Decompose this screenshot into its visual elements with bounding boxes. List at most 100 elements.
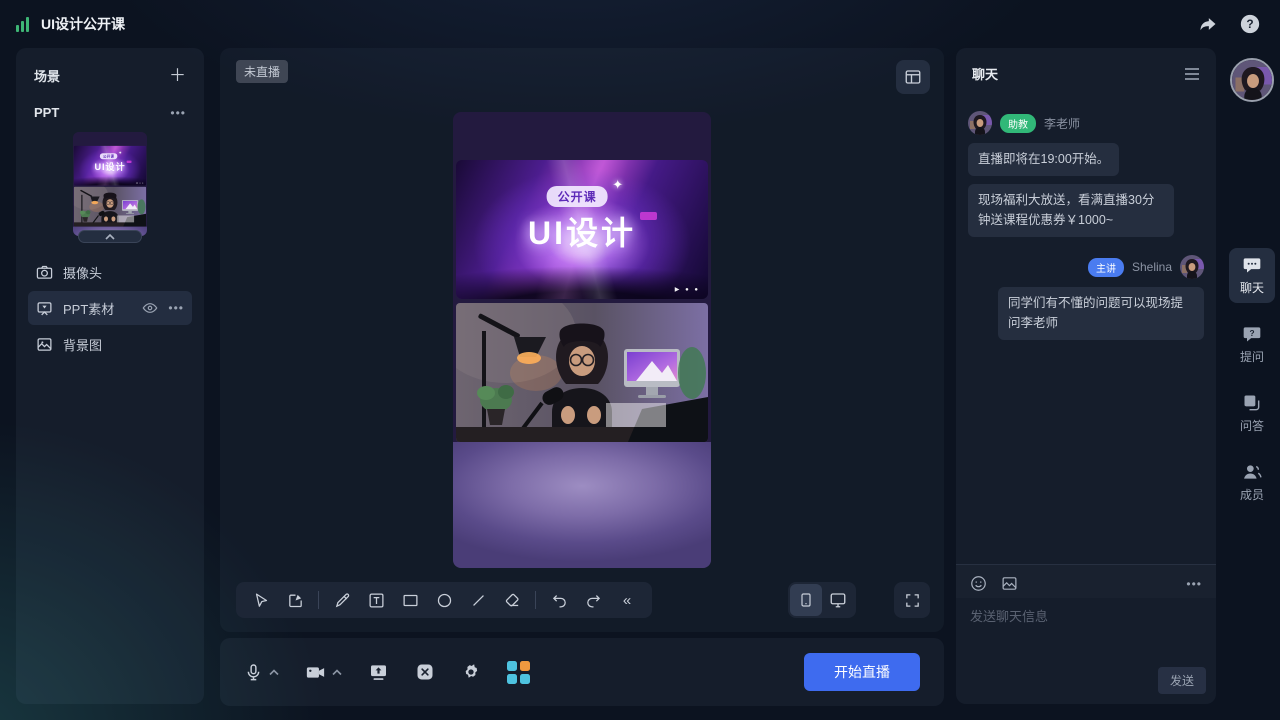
sidebar-item-ppt-material[interactable]: PPT素材 ••• <box>28 291 192 325</box>
chat-bubble: 直播即将在19:00开始。 <box>968 143 1119 176</box>
scenes-panel: 场景 ＋ PPT ••• 公开课 ✦ UI设计 ▶ ● ● 摄像头 <box>16 48 204 704</box>
scene-thumbnail[interactable]: 公开课 ✦ UI设计 ▶ ● ● <box>73 132 147 236</box>
apps-grid-button[interactable] <box>507 661 530 684</box>
rail-tab-label: 成员 <box>1240 486 1264 503</box>
webcam-preview <box>74 187 146 227</box>
presentation-board-icon <box>36 300 53 317</box>
rail-tab-questions[interactable]: ? 提问 <box>1229 317 1275 372</box>
sidebar-item-label: 背景图 <box>63 335 102 354</box>
chat-input-area: ••• 发送 <box>956 564 1216 704</box>
slide-pager-icons: ▶ ● ● <box>137 182 144 184</box>
select-cursor-tool[interactable] <box>246 585 276 615</box>
chat-bubble-icon <box>1242 255 1262 275</box>
camera-options-chevron-icon[interactable] <box>332 669 342 676</box>
microphone-control[interactable] <box>244 663 279 682</box>
slide-title: UI设计 <box>456 208 708 254</box>
emoji-icon[interactable] <box>970 575 987 592</box>
qna-icon: A <box>1242 393 1262 413</box>
rectangle-tool[interactable] <box>395 585 425 615</box>
scene-group-more-icon[interactable]: ••• <box>170 106 186 120</box>
slide-badge: 公开课 <box>547 186 608 207</box>
chat-message-input[interactable] <box>956 598 1216 662</box>
broadcast-controls: 开始直播 <box>220 638 944 706</box>
collapse-toolbar-button[interactable]: « <box>612 585 642 615</box>
sidebar-item-background[interactable]: 背景图 <box>28 327 192 361</box>
annotate-tool[interactable] <box>280 585 310 615</box>
chat-bubble: 同学们有不懂的问题可以现场提问李老师 <box>998 287 1204 340</box>
slide-tag <box>127 161 132 163</box>
screen-share-button[interactable] <box>368 662 389 682</box>
role-badge: 主讲 <box>1088 258 1124 277</box>
rail-tab-members[interactable]: 成员 <box>1229 455 1275 510</box>
settings-button[interactable] <box>461 662 481 682</box>
phone-view-button[interactable] <box>790 584 822 616</box>
send-button[interactable]: 发送 <box>1158 667 1206 694</box>
chat-message-list[interactable]: 助教 李老师 直播即将在19:00开始。 现场福利大放送，看满直播30分钟送课程… <box>956 93 1216 564</box>
right-rail: 聊天 ? 提问 A 问答 成员 <box>1228 48 1276 510</box>
stop-stream-button[interactable] <box>415 662 435 682</box>
sparkle-icon: ✦ <box>119 151 122 156</box>
gear-icon <box>461 662 481 682</box>
slide-preview[interactable]: 公开课 ✦ UI设计 ▶ ● ● <box>456 160 708 299</box>
sidebar-item-label: 摄像头 <box>63 263 102 282</box>
app-title: UI设计公开课 <box>41 14 125 34</box>
screen-share-icon <box>368 662 389 682</box>
attach-image-icon[interactable] <box>1001 575 1018 592</box>
redo-button[interactable] <box>578 585 608 615</box>
user-avatar[interactable] <box>1230 58 1274 102</box>
chat-title: 聊天 <box>972 64 998 83</box>
svg-text:?: ? <box>1249 328 1254 338</box>
stage-canvas: 未直播 公开课 ✦ UI设计 ▶ ● ● « <box>220 48 944 632</box>
visibility-eye-icon[interactable] <box>142 300 158 316</box>
webcam-preview[interactable] <box>456 303 708 442</box>
avatar <box>968 111 992 135</box>
mic-options-chevron-icon[interactable] <box>269 669 279 676</box>
rail-tab-label: 提问 <box>1240 348 1264 365</box>
slide-badge: 公开课 <box>100 153 117 159</box>
chat-menu-icon[interactable] <box>1184 68 1200 80</box>
undo-button[interactable] <box>544 585 574 615</box>
svg-text:?: ? <box>1246 17 1253 31</box>
rail-tab-qna[interactable]: A 问答 <box>1229 386 1275 441</box>
scene-group-name[interactable]: PPT <box>34 105 59 120</box>
phone-preview[interactable]: 公开课 ✦ UI设计 ▶ ● ● <box>453 112 711 568</box>
slide-pager-icons[interactable]: ▶ ● ● <box>675 286 700 293</box>
image-icon <box>36 336 53 353</box>
text-tool[interactable] <box>361 585 391 615</box>
apps-grid-icon <box>507 661 530 684</box>
rail-tab-chat[interactable]: 聊天 <box>1229 248 1275 303</box>
line-tool[interactable] <box>463 585 493 615</box>
members-icon <box>1242 462 1262 482</box>
live-status-badge: 未直播 <box>236 60 288 83</box>
collapse-thumbnail-button[interactable] <box>78 230 142 243</box>
input-more-icon[interactable]: ••• <box>1186 577 1202 591</box>
pen-tool[interactable] <box>327 585 357 615</box>
ellipse-tool[interactable] <box>429 585 459 615</box>
start-live-button[interactable]: 开始直播 <box>804 653 920 691</box>
rail-tab-label: 问答 <box>1240 417 1264 434</box>
svg-text:A: A <box>1247 397 1253 406</box>
help-icon[interactable]: ? <box>1236 10 1264 38</box>
chat-panel: 聊天 助教 李老师 直播即将在19:00开始。 现场福利大放送，看满直播30分钟… <box>956 48 1216 704</box>
desktop-view-button[interactable] <box>822 584 854 616</box>
microphone-icon[interactable] <box>244 663 263 682</box>
app-logo-icon <box>16 16 29 32</box>
close-x-icon <box>415 662 435 682</box>
message-header: 主讲 Shelina <box>968 255 1204 279</box>
item-more-icon[interactable]: ••• <box>168 301 184 315</box>
viewport-switch <box>788 582 856 618</box>
sparkle-icon: ✦ <box>612 177 623 193</box>
sidebar-item-camera[interactable]: 摄像头 <box>28 255 192 289</box>
annotation-toolbar: « <box>236 582 652 618</box>
share-icon[interactable] <box>1194 10 1222 38</box>
role-badge: 助教 <box>1000 114 1036 133</box>
layout-template-button[interactable] <box>896 60 930 94</box>
question-bubble-icon: ? <box>1242 324 1262 344</box>
video-camera-icon[interactable] <box>305 663 326 682</box>
camera-control[interactable] <box>305 663 342 682</box>
fullscreen-button[interactable] <box>894 582 930 618</box>
eraser-tool[interactable] <box>497 585 527 615</box>
add-scene-button[interactable]: ＋ <box>169 67 186 84</box>
chat-bubble: 现场福利大放送，看满直播30分钟送课程优惠券￥1000~ <box>968 184 1174 237</box>
slide-tag <box>640 212 657 220</box>
